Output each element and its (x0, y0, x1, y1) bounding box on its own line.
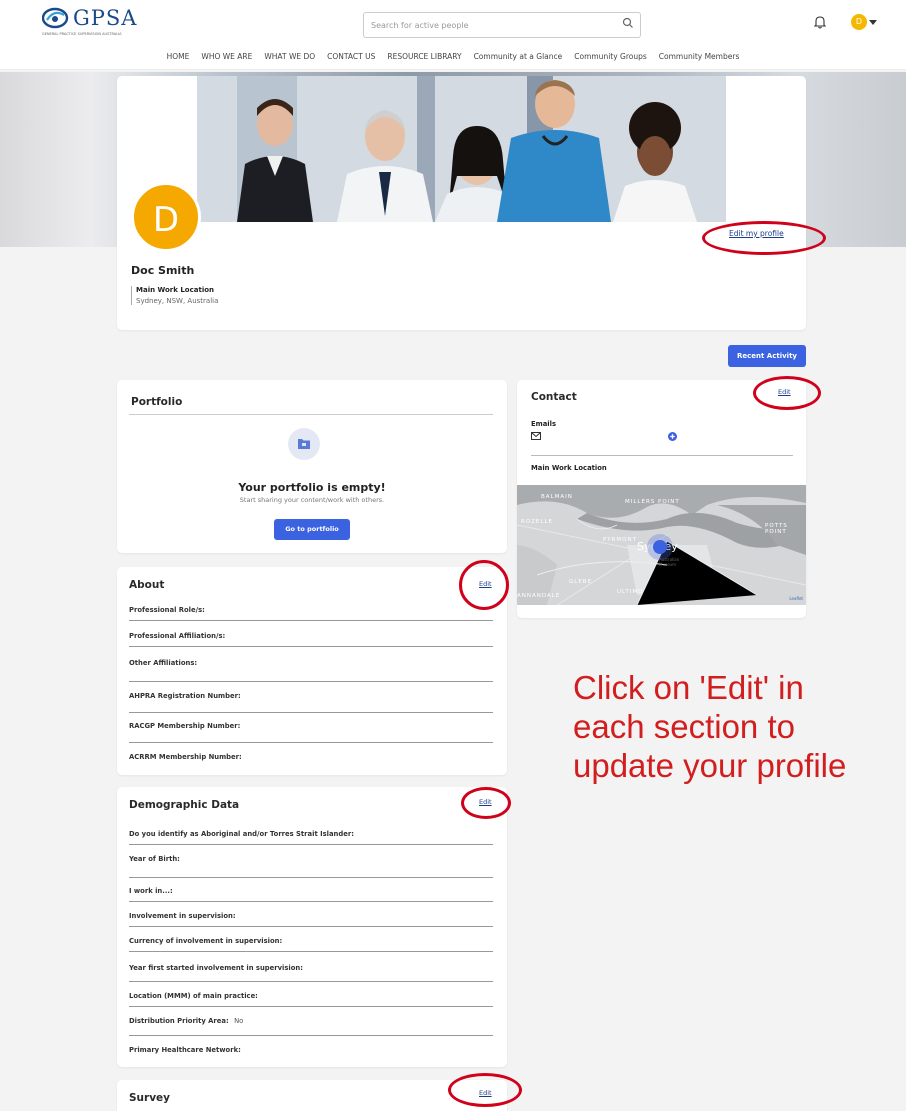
highlight-ring-contact-edit (753, 376, 821, 410)
logo-tagline: GENERAL PRACTICE SUPERVISION AUSTRALIA (42, 32, 122, 36)
portfolio-card: Portfolio Your portfolio is empty! Start… (117, 380, 507, 553)
instruction-annotation: Click on 'Edit' in each section to updat… (573, 669, 847, 784)
nav-home[interactable]: HOME (167, 52, 190, 61)
contact-location-label: Main Work Location (531, 464, 607, 472)
demo-field-year-of-birth: Year of Birth: (129, 855, 493, 878)
gpsa-logo[interactable]: GPSA (42, 6, 137, 30)
search-box (363, 12, 641, 38)
divider (531, 455, 793, 456)
search-input[interactable] (371, 13, 611, 38)
location-label: Main Work Location (136, 286, 215, 294)
highlight-ring-edit-profile (702, 221, 826, 255)
demo-field-phn: Primary Healthcare Network: (129, 1046, 241, 1054)
nav-resource-library[interactable]: RESOURCE LIBRARY (387, 52, 461, 61)
nav-community-members[interactable]: Community Members (659, 52, 740, 61)
about-field-racgp: RACGP Membership Number: (129, 722, 493, 743)
search-icon[interactable] (622, 17, 634, 29)
emails-label: Emails (531, 420, 557, 428)
top-header: GPSA GENERAL PRACTICE SUPERVISION AUSTRA… (0, 0, 906, 44)
demo-field-year-first-started: Year first started involvement in superv… (129, 964, 493, 982)
nav-what-we-do[interactable]: WHAT WE DO (264, 52, 315, 61)
map-label-millers-point: MILLERS POINT (625, 499, 680, 505)
email-envelope-icon (531, 432, 541, 440)
portfolio-empty-subtitle: Start sharing your content/work with oth… (239, 496, 385, 504)
map-label-pyrmont: PYRMONT (603, 537, 637, 543)
contact-title: Contact (531, 391, 577, 403)
distribution-label: Distribution Priority Area: (129, 1017, 229, 1025)
divider (129, 414, 493, 415)
chevron-down-icon[interactable] (869, 20, 877, 25)
about-field-professional-role: Professional Role/s: (129, 606, 493, 621)
map-label-rozelle: ROZELLE (521, 519, 553, 525)
location-value: Sydney, NSW, Australia (136, 297, 219, 305)
about-field-acrrm: ACRRM Membership Number: (129, 753, 242, 761)
map-label-ultimo: ULTIMO (617, 589, 644, 595)
demo-field-currency: Currency of involvement in supervision: (129, 937, 493, 952)
map-label-balmain: BALMAIN (541, 494, 573, 500)
demo-field-i-work-in: I work in...: (129, 887, 493, 902)
highlight-ring-about-edit (459, 560, 509, 610)
contact-card: Contact Edit Emails Main Work Location B… (517, 380, 806, 618)
profile-banner-image (197, 76, 726, 222)
survey-title: Survey (129, 1092, 171, 1104)
add-email-icon[interactable] (668, 432, 677, 441)
nav-contact-us[interactable]: CONTACT US (327, 52, 375, 61)
bell-icon[interactable] (814, 15, 826, 29)
nav-who-we-are[interactable]: WHO WE ARE (201, 52, 252, 61)
portfolio-empty-illustration (288, 428, 320, 460)
about-card: About Edit Professional Role/s: Professi… (117, 567, 507, 775)
demographic-card: Demographic Data Edit Do you identify as… (117, 787, 507, 1067)
about-title: About (129, 579, 165, 591)
map-label-museum: Australian Museum (659, 557, 680, 567)
demo-field-aboriginal: Do you identify as Aboriginal and/or Tor… (129, 830, 493, 845)
distribution-value: No (234, 1017, 244, 1025)
map-label-glebe: GLEBE (569, 579, 593, 585)
map-label-annandale: ANNANDALE (517, 593, 561, 599)
demographic-title: Demographic Data (129, 799, 240, 811)
demo-field-distribution-priority: Distribution Priority Area: No (129, 1017, 493, 1036)
highlight-ring-demographic-edit (461, 787, 511, 819)
demo-field-location-mmm: Location (MMM) of main practice: (129, 992, 493, 1007)
portfolio-title: Portfolio (131, 396, 183, 408)
profile-avatar[interactable]: D (131, 182, 201, 252)
nav-community-at-a-glance[interactable]: Community at a Glance (474, 52, 563, 61)
portfolio-empty-title: Your portfolio is empty! (238, 481, 386, 494)
nav-community-groups[interactable]: Community Groups (574, 52, 647, 61)
profile-card: D Edit my profile Doc Smith Main Work Lo… (117, 76, 806, 330)
recent-activity-button[interactable]: Recent Activity (728, 345, 806, 367)
profile-name: Doc Smith (131, 264, 195, 277)
about-field-other-affiliations: Other Affiliations: (129, 659, 493, 682)
folder-icon (298, 439, 310, 449)
go-to-portfolio-button[interactable]: Go to portfolio (274, 519, 350, 540)
map-label-potts-point: POTTS POINT (765, 523, 788, 535)
about-field-ahpra: AHPRA Registration Number: (129, 692, 493, 713)
map-location-marker[interactable] (653, 540, 667, 554)
main-work-location: Main Work Location Sydney, NSW, Australi… (131, 286, 218, 305)
user-avatar[interactable]: D (851, 14, 867, 30)
about-field-professional-affiliation: Professional Affiliation/s: (129, 632, 493, 647)
map-attribution[interactable]: Leaflet (789, 596, 803, 601)
main-nav: HOME WHO WE ARE WHAT WE DO CONTACT US RE… (0, 44, 906, 70)
logo-text: GPSA (73, 6, 138, 30)
location-map[interactable]: BALMAIN MILLERS POINT ROZELLE PYRMONT PO… (517, 485, 806, 605)
demo-field-involvement: Involvement in supervision: (129, 912, 493, 927)
highlight-ring-survey-edit (448, 1073, 522, 1107)
logo-swirl-icon (42, 7, 69, 29)
